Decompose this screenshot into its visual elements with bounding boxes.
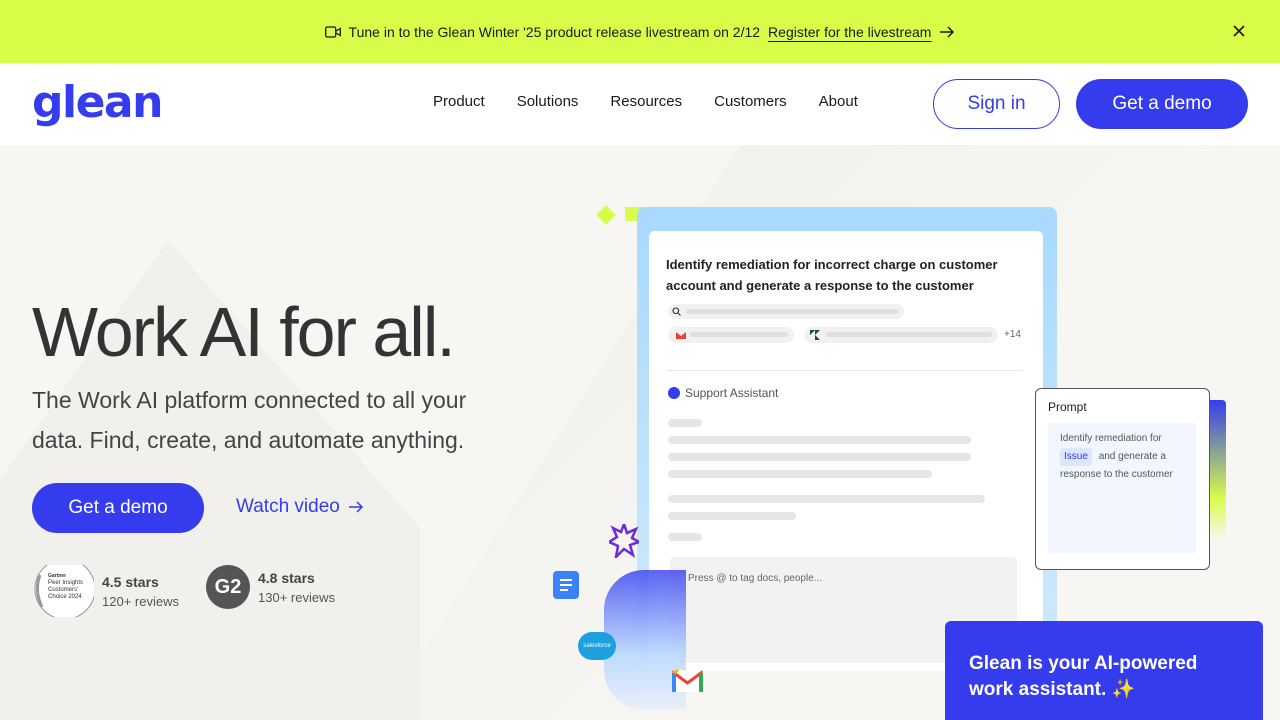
sparkle-burst-icon — [609, 524, 639, 558]
gmail-icon — [672, 668, 703, 692]
salesforce-icon: salesforce — [578, 632, 616, 660]
search-icon — [672, 307, 681, 316]
skeleton-line — [668, 453, 971, 461]
source-placeholder-bar — [826, 332, 992, 337]
message-input-placeholder: Press @ to tag docs, people... — [688, 573, 823, 584]
gartner-badge-line-4: Choice 2024 — [48, 594, 82, 600]
banner-text: Tune in to the Glean Winter '25 product … — [348, 23, 761, 40]
gartner-stars: 4.5 stars — [102, 573, 159, 590]
assistant-name: Support Assistant — [685, 386, 779, 400]
glean-logo[interactable]: glean — [32, 81, 163, 125]
skeleton-line — [668, 419, 702, 427]
gartner-rating: Gartner Peer Insights Customers' Choice … — [32, 565, 179, 617]
gartner-badge-line-1: Gartner — [48, 573, 66, 579]
gartner-reviews: 120+ reviews — [102, 593, 179, 609]
announcement-banner: Tune in to the Glean Winter '25 product … — [0, 0, 1280, 63]
search-placeholder-bar — [686, 309, 898, 314]
chat-popup-text: Glean is your AI-powered work assistant.… — [969, 653, 1198, 700]
assistant-label: Support Assistant — [668, 386, 778, 400]
watch-video-link[interactable]: Watch video — [236, 496, 364, 518]
hero-get-demo-button[interactable]: Get a demo — [32, 483, 204, 533]
skeleton-line — [668, 470, 932, 478]
prompt-title: Prompt — [1048, 400, 1087, 414]
arrow-right-icon — [348, 501, 363, 513]
zendesk-source-pill — [804, 327, 998, 343]
prompt-text-before: Identify remediation for — [1060, 433, 1162, 444]
skeleton-line — [668, 495, 985, 503]
site-header: glean Product Solutions Resources Custom… — [0, 63, 1280, 145]
search-query-text: Identify remediation for incorrect charg… — [666, 257, 998, 293]
main-nav: Product Solutions Resources Customers Ab… — [417, 93, 874, 110]
gmail-source-pill — [668, 327, 794, 343]
get-demo-button[interactable]: Get a demo — [1076, 79, 1248, 129]
g2-reviews: 130+ reviews — [258, 589, 335, 605]
gartner-badge-line-2: Peer Insights — [48, 580, 83, 586]
card-divider — [667, 370, 1023, 371]
google-docs-icon — [553, 571, 579, 599]
assistant-icon — [668, 387, 680, 399]
gartner-badge-line-3: Customers' — [48, 587, 78, 593]
prompt-card: Prompt Identify remediation for Issue an… — [1035, 388, 1210, 570]
arrow-right-icon — [940, 25, 955, 38]
diamond-decoration — [596, 205, 616, 225]
nav-resources[interactable]: Resources — [594, 93, 698, 110]
issue-tag: Issue — [1060, 448, 1092, 466]
watch-video-label: Watch video — [236, 496, 340, 517]
video-camera-icon — [324, 25, 341, 38]
hero-title: Work AI for all. — [32, 293, 456, 371]
hero-subtitle: The Work AI platform connected to all yo… — [32, 387, 467, 453]
g2-stars: 4.8 stars — [258, 569, 315, 586]
g2-badge: G2 — [206, 565, 250, 609]
skeleton-line — [668, 533, 702, 541]
source-placeholder-bar — [690, 332, 788, 337]
nav-customers[interactable]: Customers — [698, 93, 803, 110]
zendesk-icon — [810, 330, 820, 340]
prompt-body: Identify remediation for Issue and gener… — [1048, 423, 1196, 553]
nav-solutions[interactable]: Solutions — [501, 93, 595, 110]
chat-popup[interactable]: Glean is your AI-powered work assistant.… — [945, 621, 1263, 720]
g2-rating: G2 4.8 stars 130+ reviews — [206, 565, 335, 609]
nav-about[interactable]: About — [803, 93, 874, 110]
gartner-peer-insights-badge: Gartner Peer Insights Customers' Choice … — [34, 565, 94, 617]
skeleton-line — [668, 512, 796, 520]
search-pill — [668, 304, 904, 319]
prompt-accent-decoration — [1210, 400, 1226, 540]
skeleton-line — [668, 436, 971, 444]
register-livestream-link[interactable]: Register for the livestream — [768, 24, 931, 40]
nav-product[interactable]: Product — [417, 93, 501, 110]
close-icon[interactable] — [1232, 24, 1246, 38]
more-sources-count: +14 — [1004, 329, 1021, 340]
gmail-icon — [676, 332, 686, 339]
sign-in-button[interactable]: Sign in — [933, 79, 1060, 129]
